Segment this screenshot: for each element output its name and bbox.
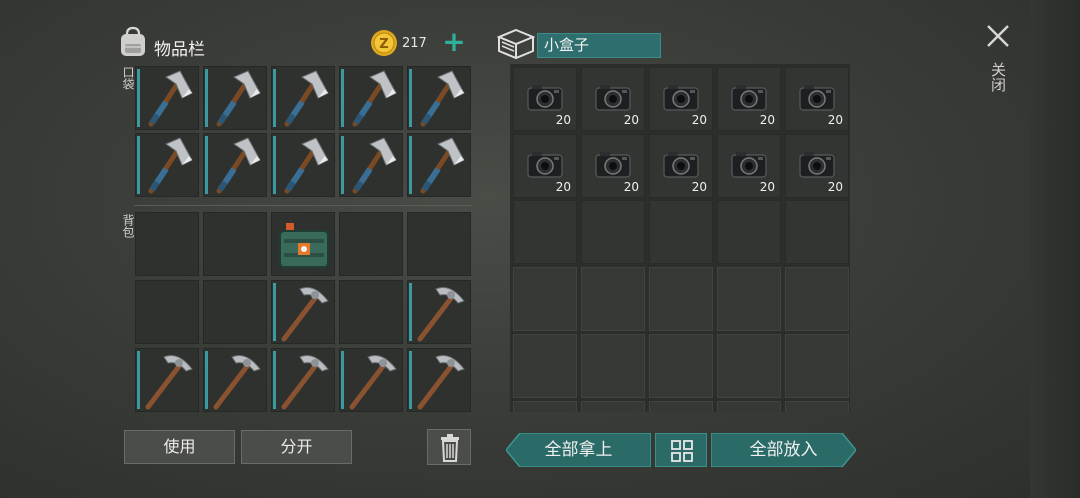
empty-slot[interactable] <box>717 200 781 264</box>
inventory-title: 物品栏 <box>154 40 205 60</box>
backpack-icon <box>121 26 145 56</box>
backpack-label: 背包 <box>121 214 135 238</box>
inventory-slot-hatchet[interactable] <box>407 66 471 130</box>
item-count: 20 <box>691 180 707 194</box>
empty-slot[interactable] <box>513 401 577 412</box>
grid-toggle-icon <box>671 440 693 462</box>
add-coins-button[interactable]: + <box>440 28 468 56</box>
container-title: 小盒子 <box>537 33 661 58</box>
empty-slot[interactable] <box>203 280 267 344</box>
empty-slot[interactable] <box>339 212 403 276</box>
inventory-slot-camera[interactable]: 20 <box>581 134 645 198</box>
item-count: 20 <box>623 180 639 194</box>
inventory-slot-camera[interactable]: 20 <box>649 67 713 131</box>
inventory-slot-camera[interactable]: 20 <box>717 67 781 131</box>
take-all-button[interactable]: 全部拿上 <box>506 433 651 467</box>
container-grid[interactable]: 20 20 20 20 20 20 20 20 20 20 <box>510 64 850 412</box>
item-count: 20 <box>623 113 639 127</box>
item-count: 20 <box>827 180 843 194</box>
section-divider <box>134 205 472 206</box>
empty-slot[interactable] <box>785 334 849 398</box>
empty-slot[interactable] <box>135 212 199 276</box>
empty-slot[interactable] <box>581 334 645 398</box>
empty-slot[interactable] <box>203 212 267 276</box>
empty-slot[interactable] <box>135 280 199 344</box>
item-count: 20 <box>555 113 571 127</box>
inventory-slot-camera[interactable]: 20 <box>785 134 849 198</box>
item-count: 20 <box>759 180 775 194</box>
inventory-slot-supply-crate[interactable] <box>271 212 335 276</box>
inventory-slot-camera[interactable]: 20 <box>513 67 577 131</box>
inventory-slot-pickaxe[interactable] <box>407 348 471 412</box>
item-count: 20 <box>827 113 843 127</box>
split-button[interactable]: 分开 <box>241 430 352 464</box>
item-count: 20 <box>691 113 707 127</box>
inventory-slot-hatchet[interactable] <box>135 66 199 130</box>
take-all-label: 全部拿上 <box>544 440 613 460</box>
empty-slot[interactable] <box>649 401 713 412</box>
inventory-slot-camera[interactable]: 20 <box>649 134 713 198</box>
empty-slot[interactable] <box>407 212 471 276</box>
empty-slot[interactable] <box>581 267 645 331</box>
empty-slot[interactable] <box>513 200 577 264</box>
empty-slot[interactable] <box>785 401 849 412</box>
inventory-header: 物品栏 Z 217 + <box>118 26 472 62</box>
empty-slot[interactable] <box>717 401 781 412</box>
put-all-label: 全部放入 <box>749 440 818 460</box>
svg-text:Z: Z <box>379 37 388 52</box>
box-icon <box>497 28 535 60</box>
empty-slot[interactable] <box>649 267 713 331</box>
inventory-slot-hatchet[interactable] <box>271 133 335 197</box>
close-label[interactable]: 关闭 <box>988 62 1007 92</box>
inventory-slot-pickaxe[interactable] <box>271 348 335 412</box>
empty-slot[interactable] <box>513 334 577 398</box>
coin-icon: Z <box>371 30 397 56</box>
inventory-slot-camera[interactable]: 20 <box>581 67 645 131</box>
pocket-label: 口袋 <box>121 66 135 90</box>
inventory-slot-pickaxe[interactable] <box>135 348 199 412</box>
item-count: 20 <box>759 113 775 127</box>
empty-slot[interactable] <box>649 200 713 264</box>
grid-toggle-button[interactable] <box>655 433 707 467</box>
inventory-slot-pickaxe[interactable] <box>407 280 471 344</box>
inventory-slot-camera[interactable]: 20 <box>785 67 849 131</box>
use-button[interactable]: 使用 <box>124 430 235 464</box>
empty-slot[interactable] <box>339 280 403 344</box>
empty-slot[interactable] <box>717 334 781 398</box>
inventory-slot-hatchet[interactable] <box>407 133 471 197</box>
coin-count: 217 <box>402 36 427 51</box>
empty-slot[interactable] <box>581 200 645 264</box>
empty-slot[interactable] <box>785 267 849 331</box>
inventory-slot-camera[interactable]: 20 <box>717 134 781 198</box>
inventory-slot-pickaxe[interactable] <box>203 348 267 412</box>
empty-slot[interactable] <box>649 334 713 398</box>
inventory-slot-hatchet[interactable] <box>339 133 403 197</box>
inventory-slot-pickaxe[interactable] <box>271 280 335 344</box>
empty-slot[interactable] <box>513 267 577 331</box>
inventory-slot-hatchet[interactable] <box>271 66 335 130</box>
inventory-slot-pickaxe[interactable] <box>339 348 403 412</box>
inventory-slot-hatchet[interactable] <box>203 133 267 197</box>
inventory-slot-camera[interactable]: 20 <box>513 134 577 198</box>
right-margin-strip <box>1030 0 1080 498</box>
empty-slot[interactable] <box>717 267 781 331</box>
put-all-button[interactable]: 全部放入 <box>711 433 856 467</box>
item-count: 20 <box>555 180 571 194</box>
inventory-slot-hatchet[interactable] <box>135 133 199 197</box>
inventory-slot-hatchet[interactable] <box>203 66 267 130</box>
trash-icon <box>441 434 459 462</box>
inventory-slot-hatchet[interactable] <box>339 66 403 130</box>
close-icon[interactable] <box>984 22 1012 50</box>
empty-slot[interactable] <box>581 401 645 412</box>
trash-button[interactable] <box>427 429 471 465</box>
empty-slot[interactable] <box>785 200 849 264</box>
